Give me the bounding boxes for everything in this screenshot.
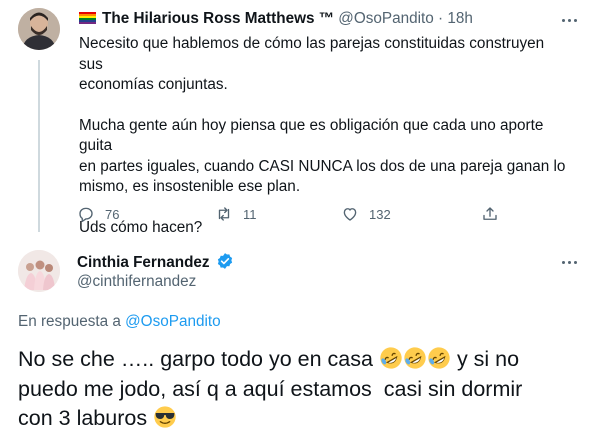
like-count: 132 xyxy=(369,206,391,222)
share-icon xyxy=(483,207,497,220)
rolling-on-floor-laughing-icon xyxy=(380,347,402,369)
reply-text-part1: No se che ….. garpo todo yo en casa xyxy=(18,347,373,371)
tweet-time[interactable]: 18h xyxy=(447,10,473,27)
tweet-line: en partes iguales, cuando CASI NUNCA los… xyxy=(79,157,566,175)
avatar[interactable] xyxy=(18,8,60,50)
retweet-icon xyxy=(218,207,230,221)
reply-count: 76 xyxy=(105,206,120,222)
reply-line: puedo me jodo, así q a aquí estamos casi… xyxy=(18,376,523,401)
tweet-line: mismo, es insostenible ese plan. xyxy=(79,178,301,195)
verified-badge-icon xyxy=(217,253,232,269)
more-options-icon[interactable] xyxy=(559,14,579,26)
reply-author: Cinthia Fernandez xyxy=(77,252,234,272)
reply-button[interactable]: 76 xyxy=(77,205,119,223)
rolling-on-floor-laughing-icon xyxy=(404,347,426,369)
rainbow-flag-icon xyxy=(79,12,96,24)
heart-icon xyxy=(343,208,357,221)
reply-line: con 3 laburos xyxy=(18,406,148,430)
separator: · xyxy=(438,10,444,27)
replying-prefix: En respuesta a xyxy=(18,313,121,330)
reply-body: No se che ….. garpo todo yo en casa y si… xyxy=(18,345,578,434)
tweet-line: Necesito que hablemos de cómo las pareja… xyxy=(79,35,545,73)
thread-line xyxy=(38,60,40,232)
retweet-button[interactable]: 11 xyxy=(215,205,257,223)
avatar[interactable] xyxy=(18,250,60,292)
author-name[interactable]: Cinthia Fernandez xyxy=(77,254,210,271)
retweet-count: 11 xyxy=(243,206,257,222)
like-button[interactable]: 132 xyxy=(341,205,391,223)
author-name[interactable]: The Hilarious Ross Matthews xyxy=(102,10,315,27)
tweet-line: economías conjuntas. xyxy=(79,76,228,93)
more-options-icon[interactable] xyxy=(559,256,579,268)
author-handle[interactable]: @OsoPandito xyxy=(338,10,433,27)
avatar-photo-icon xyxy=(18,8,60,50)
reply-icon xyxy=(79,207,93,222)
replying-to-link[interactable]: @OsoPandito xyxy=(125,313,220,330)
smiling-face-with-sunglasses-icon xyxy=(154,406,176,428)
rolling-on-floor-laughing-icon xyxy=(428,347,450,369)
avatar-photo-icon xyxy=(18,250,60,292)
tweet-header: The Hilarious Ross Matthews ™ @OsoPandit… xyxy=(79,10,473,28)
reply-text-part2: y si no xyxy=(456,347,520,371)
reply-handle[interactable]: @cinthifernandez xyxy=(77,273,196,291)
tweet-line: Mucha gente aún hoy piensa que es obliga… xyxy=(79,116,544,155)
replying-to: En respuesta a @OsoPandito xyxy=(18,313,221,331)
share-button[interactable] xyxy=(481,205,499,223)
author-badge: ™ xyxy=(318,10,335,27)
